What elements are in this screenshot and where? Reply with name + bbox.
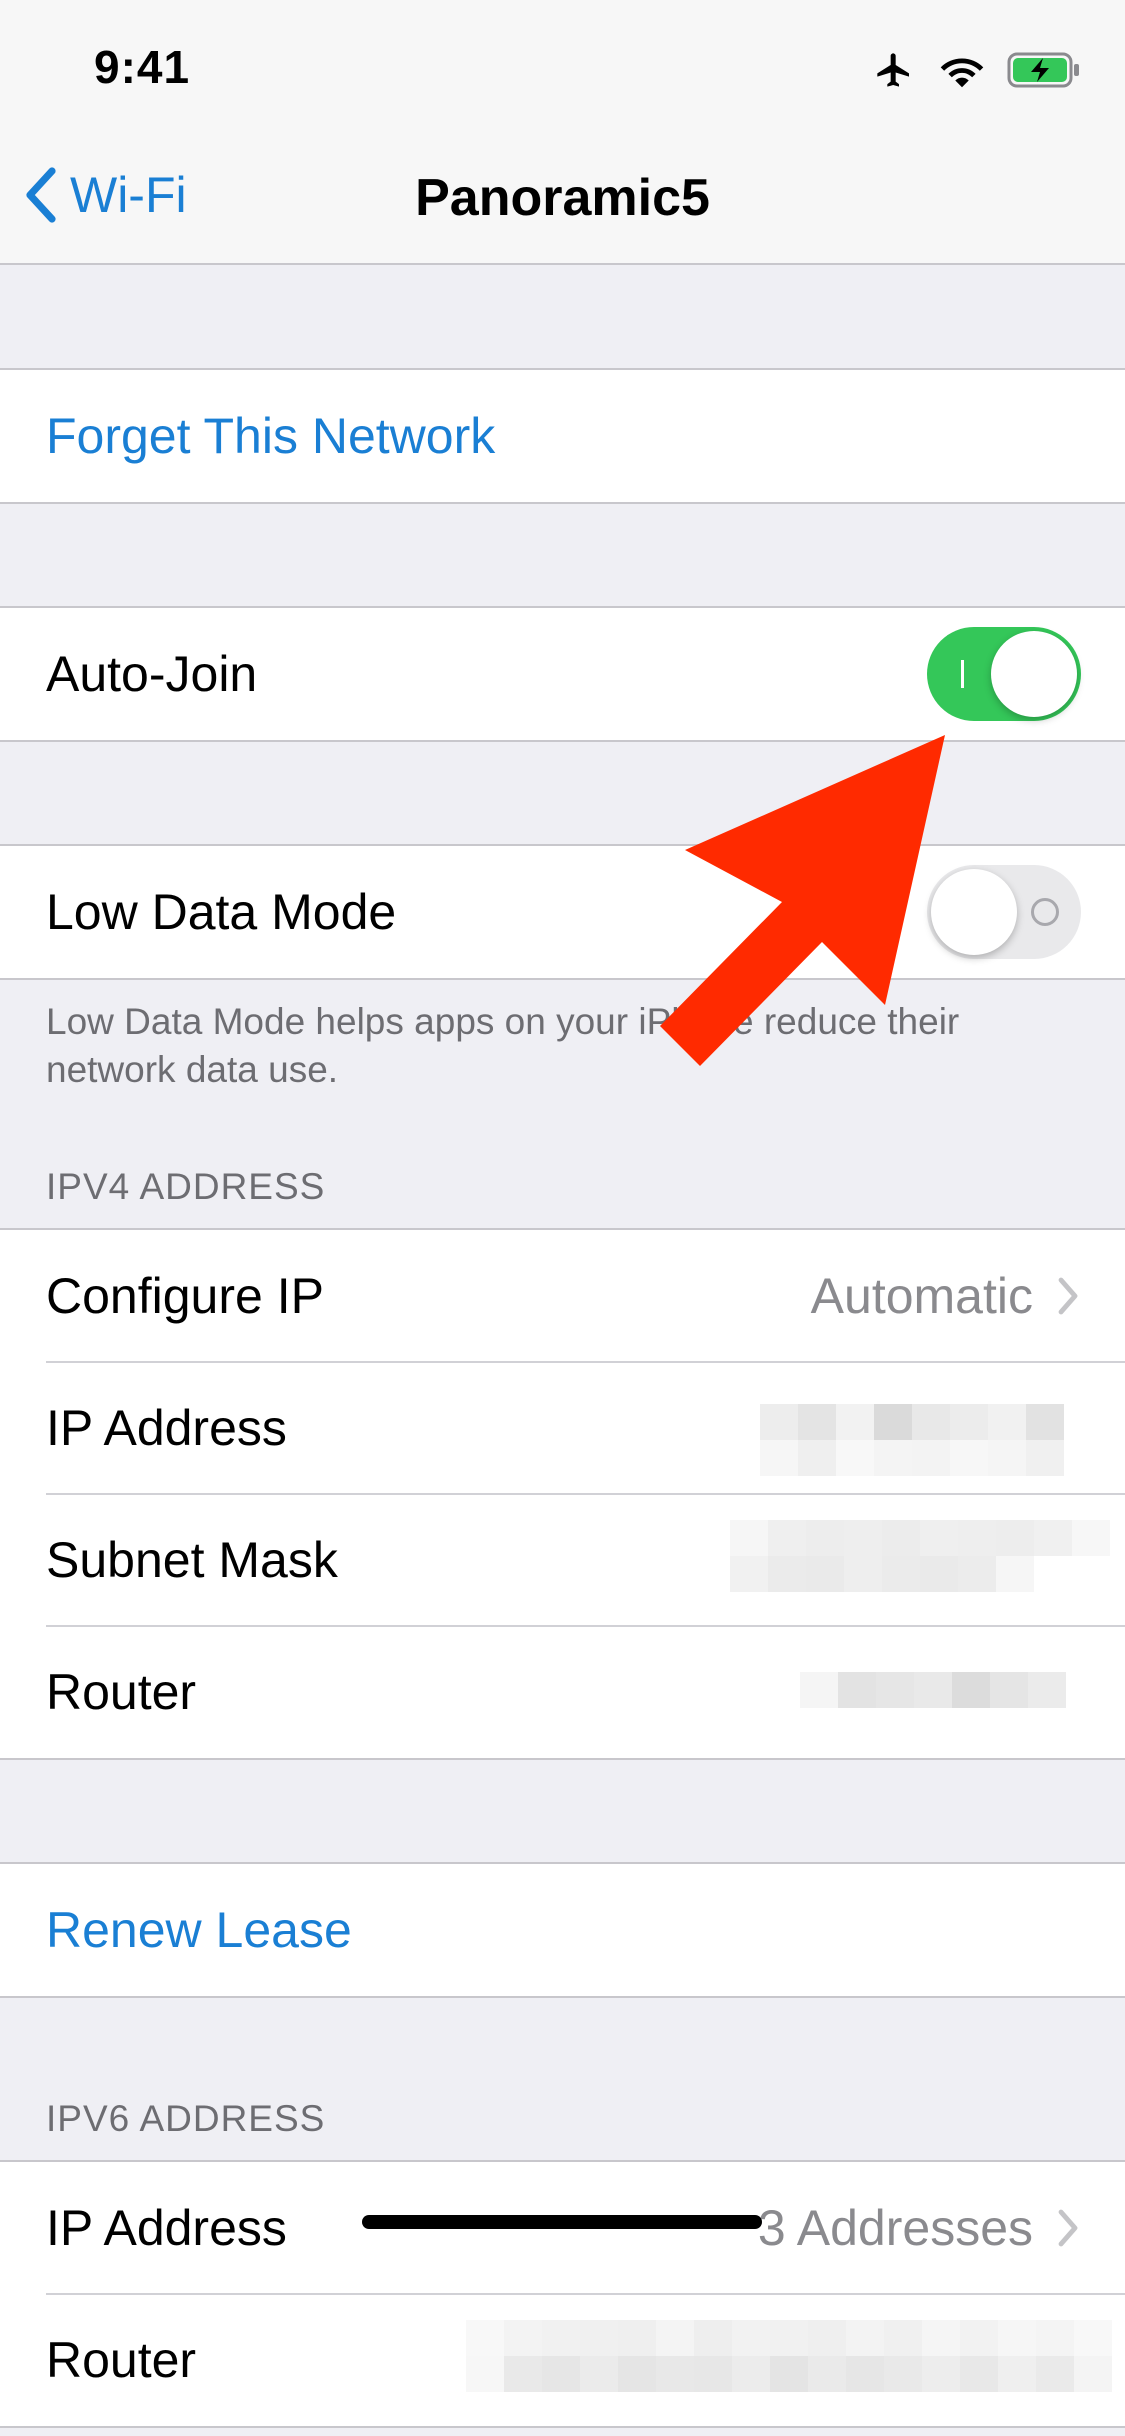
chevron-right-icon bbox=[1058, 2209, 1078, 2247]
renew-lease-group: Renew Lease bbox=[0, 1862, 1125, 1998]
low-data-mode-group: Low Data Mode bbox=[0, 844, 1125, 980]
ipv6-ip-address-value: 3 Addresses bbox=[757, 2200, 1033, 2256]
configure-ip-value: Automatic bbox=[810, 1268, 1033, 1324]
battery-charging-icon bbox=[1007, 52, 1079, 88]
toggle-off-mark bbox=[1031, 898, 1059, 926]
redacted-subnet-mask bbox=[730, 1520, 1110, 1592]
redacted-ip-address bbox=[760, 1404, 1090, 1476]
home-indicator bbox=[362, 2215, 762, 2229]
renew-lease-label: Renew Lease bbox=[46, 1902, 352, 1958]
annotation-arrow-icon bbox=[660, 735, 945, 1066]
page-title: Panoramic5 bbox=[415, 169, 710, 227]
auto-join-toggle[interactable] bbox=[927, 627, 1081, 721]
redacted-ipv6-router bbox=[466, 2320, 1112, 2392]
navigation-bar: Wi-Fi Panoramic5 bbox=[0, 130, 1125, 265]
wifi-icon bbox=[940, 58, 984, 88]
low-data-mode-row: Low Data Mode bbox=[0, 846, 1125, 978]
low-data-mode-label: Low Data Mode bbox=[46, 884, 397, 940]
auto-join-group: Auto-Join bbox=[0, 606, 1125, 742]
status-time: 9:41 bbox=[94, 41, 191, 93]
configure-ip-row[interactable]: Configure IP Automatic bbox=[0, 1230, 1125, 1362]
forget-network-label: Forget This Network bbox=[46, 408, 496, 464]
low-data-mode-toggle[interactable] bbox=[927, 865, 1081, 959]
status-bar: 9:41 bbox=[0, 0, 1125, 130]
forget-network-button[interactable]: Forget This Network bbox=[0, 370, 1125, 502]
auto-join-label: Auto-Join bbox=[46, 646, 258, 702]
ipv6-section-header: IPV6 ADDRESS bbox=[46, 2098, 326, 2139]
airplane-icon bbox=[877, 53, 909, 87]
renew-lease-button[interactable]: Renew Lease bbox=[0, 1864, 1125, 1996]
forget-network-group: Forget This Network bbox=[0, 368, 1125, 504]
chevron-right-icon bbox=[1058, 1277, 1078, 1315]
ipv4-section-header: IPV4 ADDRESS bbox=[46, 1166, 326, 1207]
wifi-network-details-screen: 9:41 Wi-Fi Panoramic5 Forget This Networ… bbox=[0, 0, 1125, 2436]
ipv6-ip-address-value-wrap: 3 Addresses bbox=[758, 2199, 1079, 2257]
low-data-mode-footer: Low Data Mode helps apps on your iPhone … bbox=[46, 1001, 960, 1090]
toggle-knob bbox=[931, 869, 1017, 955]
redacted-router bbox=[800, 1672, 1100, 1708]
toggle-knob bbox=[991, 631, 1077, 717]
configure-ip-label: Configure IP bbox=[46, 1268, 324, 1324]
status-icons bbox=[871, 46, 1081, 94]
configure-ip-value-wrap: Automatic bbox=[811, 1267, 1079, 1325]
auto-join-row: Auto-Join bbox=[0, 608, 1125, 740]
toggle-on-mark bbox=[961, 660, 964, 688]
